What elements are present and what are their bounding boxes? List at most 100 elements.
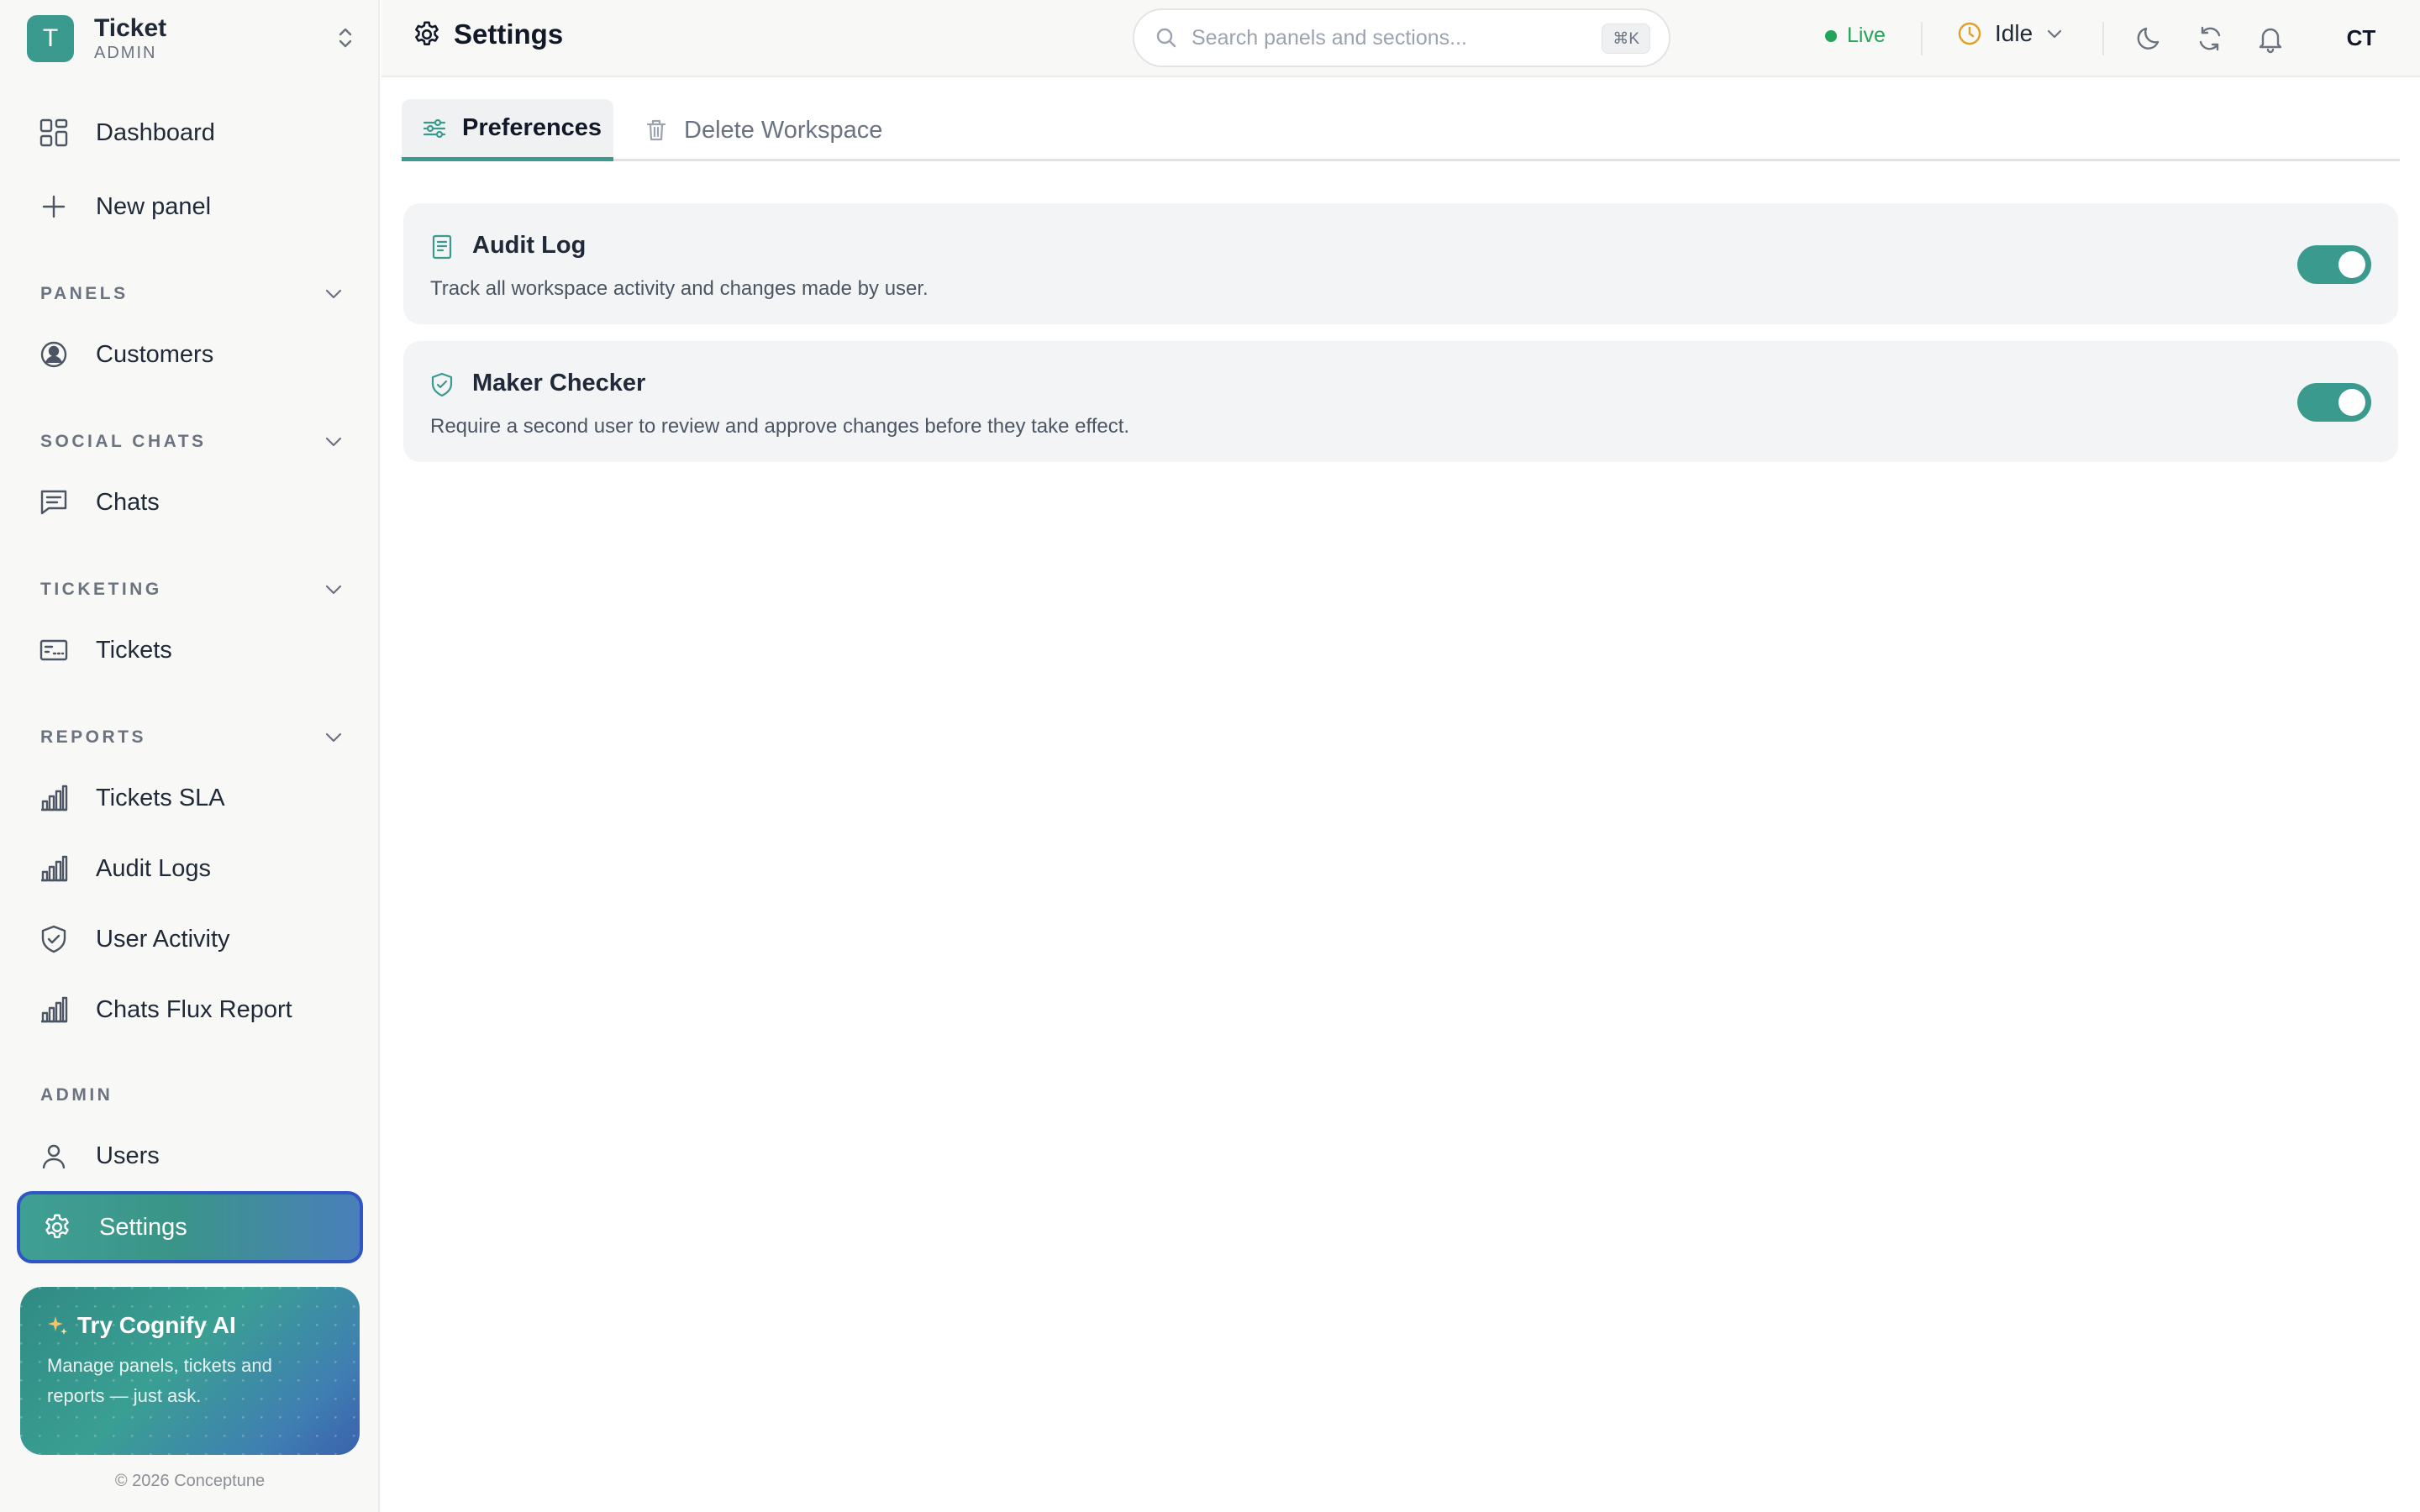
promo-title-text: Try Cognify AI	[77, 1312, 236, 1338]
search-icon	[1155, 26, 1178, 50]
section-title: TICKETING	[40, 580, 162, 599]
setting-description: Require a second user to review and appr…	[430, 415, 1130, 438]
promo-title: Try Cognify AI	[47, 1312, 333, 1339]
moon-icon[interactable]	[2134, 24, 2165, 54]
setting-description: Track all workspace activity and changes…	[430, 277, 929, 300]
workspace-switcher[interactable]: T Ticket ADMIN	[0, 0, 380, 77]
tab-preferences[interactable]: Preferences	[402, 99, 613, 161]
status-label: Idle	[1995, 20, 2033, 46]
sidebar: T Ticket ADMIN Dashboard New panel PANEL…	[0, 0, 380, 1512]
sidebar-item-label: Chats Flux Report	[96, 995, 292, 1023]
sidebar-item-user-activity[interactable]: User Activity	[17, 906, 363, 973]
copyright: © 2026 Conceptune	[114, 1472, 266, 1490]
section-toggle-ticketing[interactable]: TICKETING	[40, 573, 343, 606]
live-status-dot	[1825, 29, 1837, 42]
user-icon	[39, 1141, 69, 1171]
live-indicator: Live	[1825, 24, 1886, 48]
plus-icon	[39, 192, 69, 222]
trash-icon	[644, 118, 669, 143]
clock-icon	[1956, 20, 1983, 47]
ticket-icon	[39, 635, 69, 665]
header-divider	[1921, 22, 1923, 55]
chat-icon	[39, 487, 69, 517]
search-shortcut-badge: ⌘K	[1602, 24, 1650, 54]
search-input[interactable]	[1192, 25, 1586, 50]
sidebar-item-label: Audit Logs	[96, 854, 212, 882]
chevron-down-icon	[2046, 29, 2063, 39]
sparkle-icon	[47, 1315, 69, 1336]
tab-label: Delete Workspace	[684, 116, 883, 144]
document-list-icon	[429, 234, 455, 260]
workspace-role: ADMIN	[94, 44, 157, 62]
dashboard-icon	[39, 118, 69, 148]
audit-log-toggle[interactable]	[2297, 245, 2371, 284]
maker-checker-toggle[interactable]	[2297, 383, 2371, 422]
bar-chart-icon	[39, 995, 69, 1025]
gear-icon	[412, 19, 442, 50]
page-title-text: Settings	[454, 18, 564, 50]
sidebar-item-audit-logs[interactable]: Audit Logs	[17, 835, 363, 902]
settings-tabs: Preferences Delete Workspace	[402, 99, 2400, 161]
user-circle-icon	[39, 339, 69, 370]
bell-icon[interactable]	[2255, 24, 2286, 54]
chevron-down-icon	[324, 288, 343, 300]
section-toggle-panels[interactable]: PANELS	[40, 277, 343, 311]
setting-audit-log: Audit Log Track all workspace activity a…	[403, 203, 2398, 324]
page-title: Settings	[412, 18, 563, 50]
chevron-down-icon	[324, 436, 343, 448]
sidebar-item-settings[interactable]: Settings	[17, 1191, 363, 1263]
toggle-knob	[2338, 389, 2365, 416]
section-title: SOCIAL CHATS	[40, 432, 207, 451]
workspace-info: Ticket ADMIN	[94, 14, 166, 63]
setting-title: Audit Log	[472, 232, 587, 259]
sidebar-item-label: New panel	[96, 192, 212, 220]
section-title: REPORTS	[40, 727, 147, 747]
header-divider	[2102, 22, 2104, 55]
sidebar-item-users[interactable]: Users	[17, 1122, 363, 1189]
sidebar-item-label: Customers	[96, 340, 214, 368]
user-avatar[interactable]: CT	[2336, 18, 2386, 57]
tab-label: Preferences	[462, 114, 602, 141]
refresh-icon[interactable]	[2195, 24, 2225, 54]
sidebar-item-chats[interactable]: Chats	[17, 469, 363, 536]
sidebar-item-tickets-sla[interactable]: Tickets SLA	[17, 764, 363, 832]
sidebar-item-chats-flux-report[interactable]: Chats Flux Report	[17, 976, 363, 1043]
section-toggle-reports[interactable]: REPORTS	[40, 721, 343, 754]
sidebar-item-label: Tickets SLA	[96, 784, 225, 811]
gear-icon	[42, 1212, 72, 1242]
sidebar-item-dashboard[interactable]: Dashboard	[17, 99, 363, 166]
chevron-down-icon	[324, 584, 343, 596]
status-dropdown[interactable]: Idle	[1956, 20, 2063, 47]
setting-maker-checker: Maker Checker Require a second user to r…	[403, 341, 2398, 462]
section-title: PANELS	[40, 284, 129, 303]
top-bar: Settings ⌘K Live Idle CT	[381, 0, 2420, 77]
sidebar-item-tickets[interactable]: Tickets	[17, 617, 363, 684]
workspace-logo: T	[27, 15, 74, 62]
sliders-icon	[422, 116, 447, 141]
section-title: ADMIN	[40, 1085, 113, 1105]
sidebar-item-new-panel[interactable]: New panel	[17, 173, 363, 240]
search-box[interactable]: ⌘K	[1133, 8, 1670, 67]
bar-chart-icon	[39, 783, 69, 813]
sidebar-item-customers[interactable]: Customers	[17, 321, 363, 388]
ai-promo-card[interactable]: Try Cognify AI Manage panels, tickets an…	[20, 1287, 360, 1455]
sidebar-item-label: Users	[96, 1142, 160, 1169]
shield-check-icon	[39, 924, 69, 954]
sidebar-item-label: User Activity	[96, 925, 230, 953]
sidebar-item-label: Dashboard	[96, 118, 215, 146]
workspace-name: Ticket	[94, 14, 167, 42]
shield-check-icon	[429, 371, 455, 398]
toggle-knob	[2338, 251, 2365, 278]
live-label: Live	[1847, 24, 1886, 47]
bar-chart-icon	[39, 853, 69, 884]
sidebar-item-label: Tickets	[96, 636, 172, 664]
chevron-down-icon	[324, 732, 343, 743]
sidebar-item-label: Chats	[96, 488, 160, 516]
sidebar-item-label: Settings	[99, 1213, 187, 1241]
section-toggle-social-chats[interactable]: SOCIAL CHATS	[40, 425, 343, 459]
section-header-admin: ADMIN	[40, 1079, 343, 1112]
promo-description: Manage panels, tickets and reports — jus…	[47, 1355, 272, 1406]
tab-delete-workspace[interactable]: Delete Workspace	[623, 99, 902, 161]
setting-title: Maker Checker	[472, 370, 646, 396]
chevron-up-down-icon	[336, 25, 355, 50]
